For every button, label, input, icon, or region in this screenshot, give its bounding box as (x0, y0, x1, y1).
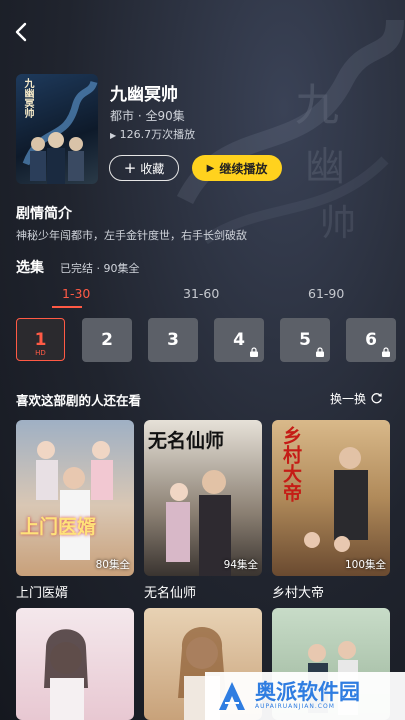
watermark: 奥派软件园 AUPAIRUANJIAN.COM (205, 672, 405, 720)
card-poster-text: 无名仙师 (148, 430, 225, 452)
svg-text:幽: 幽 (305, 144, 345, 190)
chevron-left-icon[interactable] (12, 20, 32, 44)
episode-button-5[interactable]: 5 (280, 318, 330, 362)
episode-count-badge: 94集全 (223, 559, 258, 571)
lock-icon (382, 347, 390, 357)
tab-range-31-60[interactable]: 31-60 (183, 286, 219, 301)
refresh-label: 换一换 (330, 392, 367, 406)
show-title: 九幽冥帅 (110, 85, 178, 105)
watermark-logo-icon (219, 682, 245, 710)
continue-play-button[interactable]: ▶ 继续播放 (192, 155, 282, 181)
episode-number: 5 (299, 330, 311, 350)
range-underline (52, 306, 82, 308)
show-meta: 都市 · 全90集 (110, 109, 185, 123)
show-poster: 九幽冥帅 (16, 74, 98, 184)
watermark-url: AUPAIRUANJIAN.COM (255, 703, 335, 710)
card-poster-text: 上门医婿 (20, 516, 97, 538)
synopsis-text: 神秘少年闯都市，左手金针度世，右手长剑破敌 (16, 229, 247, 242)
episodes-heading: 选集 (16, 260, 44, 276)
refresh-button[interactable]: 换一换 (330, 390, 383, 407)
recommend-card-title-1[interactable]: 上门医婿 (16, 582, 68, 601)
episode-number: 2 (101, 330, 113, 350)
plus-icon: + (123, 158, 137, 177)
continue-play-label: 继续播放 (219, 161, 268, 176)
recommend-heading: 喜欢这部剧的人还在看 (16, 393, 142, 408)
watermark-text-group: 奥派软件园 AUPAIRUANJIAN.COM (255, 680, 360, 711)
play-count: ▶ 126.7万次播放 (110, 126, 195, 142)
recommend-card-title-3[interactable]: 乡村大帝 (272, 582, 324, 601)
recommend-card-2[interactable]: 无名仙师 94集全 (144, 420, 262, 576)
card-poster-art (44, 629, 88, 720)
recommend-card-1[interactable]: 上门医婿 80集全 (16, 420, 134, 576)
episode-quality-label: HD (35, 349, 46, 357)
episode-count-badge: 100集全 (344, 559, 386, 571)
recommend-card-3[interactable]: 乡村大帝 100集全 (272, 420, 390, 576)
episodes-status: 已完结 · 90集全 (60, 262, 140, 275)
lock-icon (316, 347, 324, 357)
episode-number: 3 (167, 330, 179, 350)
favorite-button[interactable]: + 收藏 (109, 155, 179, 181)
card-poster-text: 乡村大帝 (280, 426, 302, 502)
episode-button-3[interactable]: 3 (148, 318, 198, 362)
episode-button-2[interactable]: 2 (82, 318, 132, 362)
tab-range-1-30[interactable]: 1-30 (62, 286, 90, 301)
episode-number: 6 (365, 330, 377, 350)
favorite-label: 收藏 (140, 161, 165, 176)
watermark-text: 奥派软件园 (255, 680, 360, 704)
episode-button-6[interactable]: 6 (346, 318, 396, 362)
card-poster-art (36, 441, 113, 560)
poster-title: 九幽冥帅 (22, 78, 33, 118)
episode-number: 1 (34, 329, 47, 350)
play-icon: ▶ (206, 162, 215, 174)
synopsis-heading: 剧情简介 (16, 206, 72, 222)
recommend-card-4[interactable] (16, 608, 134, 720)
refresh-icon (371, 393, 382, 404)
episode-number: 4 (233, 330, 245, 350)
lock-icon (250, 347, 258, 357)
play-triangle-icon: ▶ (110, 131, 117, 140)
svg-text:九: 九 (295, 80, 339, 131)
recommend-card-title-2[interactable]: 无名仙师 (144, 582, 196, 601)
play-count-text: 126.7万次播放 (119, 128, 196, 141)
tab-range-61-90[interactable]: 61-90 (308, 286, 344, 301)
svg-text:帅: 帅 (320, 203, 356, 244)
episode-button-1[interactable]: 1 HD (16, 318, 65, 361)
episode-count-badge: 80集全 (95, 559, 130, 571)
episode-button-4[interactable]: 4 (214, 318, 264, 362)
